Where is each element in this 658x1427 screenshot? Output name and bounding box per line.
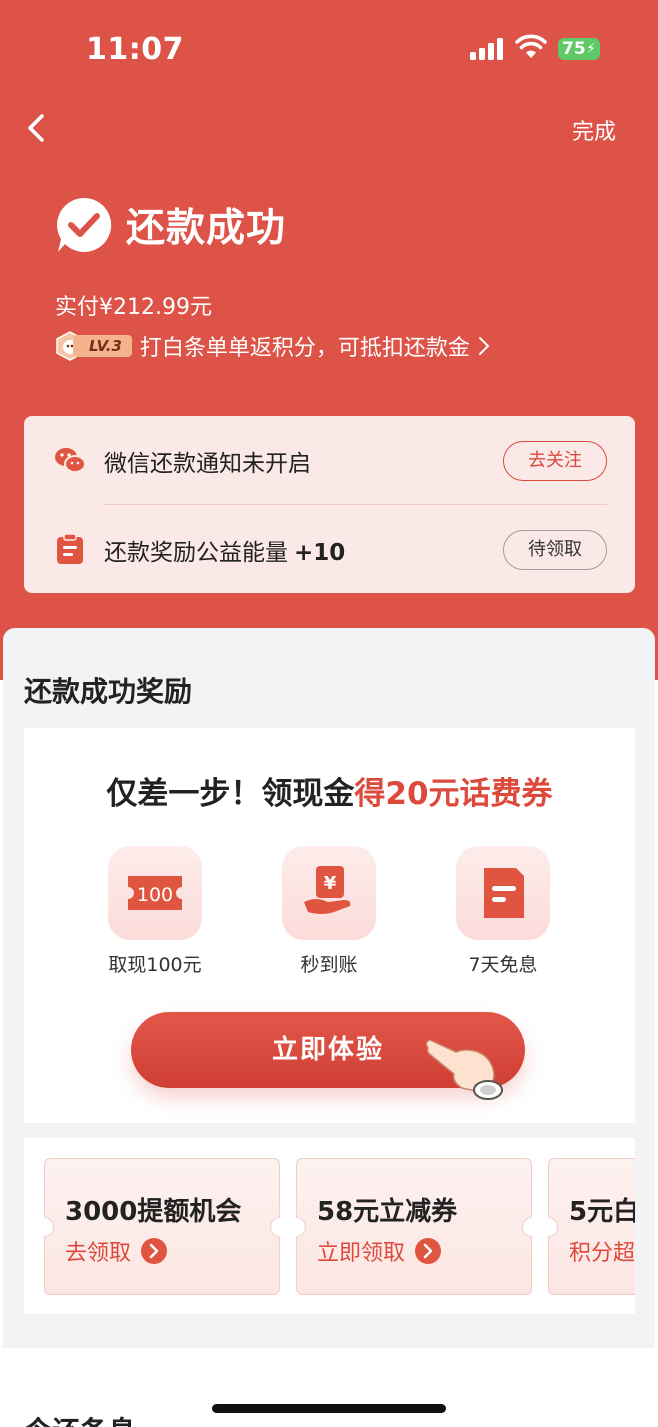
coupon-notch — [270, 1217, 280, 1237]
success-title: 还款成功 — [126, 206, 287, 251]
clipboard-icon — [57, 533, 83, 564]
battery-icon: 75 ⚡ — [558, 38, 600, 60]
arrow-right-circle-icon — [415, 1238, 442, 1264]
done-button[interactable]: 完成 — [572, 114, 616, 146]
charging-icon: ⚡ — [586, 41, 596, 57]
coupon-action[interactable]: 积分超 — [569, 1235, 635, 1267]
charity-notice-row: 还款奖励公益能量 +10 待领取 — [24, 505, 635, 593]
coupon-title: 5元白 — [569, 1197, 635, 1227]
feature-label: 秒到账 — [300, 954, 358, 976]
cash-100-icon: 100 — [108, 846, 202, 940]
notice-label: 还款奖励公益能量 — [104, 540, 288, 566]
coupon-action[interactable]: 去领取 — [65, 1235, 168, 1267]
coupon-action-label: 积分超 — [569, 1241, 635, 1266]
feature-label: 取现100元 — [108, 954, 202, 976]
next-section-title: 今还备息 — [24, 1410, 136, 1427]
promo-card: 仅差一步！领现金得20元话费券 100 取现100元 ¥ 秒到账 7天免息 立即… — [24, 728, 635, 1123]
wechat-icon — [55, 448, 86, 473]
coupon-title: 3000提额机会 — [65, 1197, 242, 1227]
status-bar: 11:07 75 ⚡ — [0, 0, 658, 100]
battery-level: 75 — [562, 39, 586, 59]
promo-headline-highlight: 得20元话费券 — [354, 776, 553, 812]
feature-interest-free: 7天免息 — [428, 846, 578, 977]
coupon-notch — [548, 1217, 558, 1237]
level-badge: LV.3 — [55, 331, 132, 361]
cash-icon-text: 100 — [137, 884, 173, 906]
document-icon — [456, 846, 550, 940]
cellular-signal-icon — [470, 38, 506, 60]
check-bubble-icon — [57, 197, 112, 252]
promo-headline-prefix: 仅差一步！领现金 — [106, 776, 355, 812]
coupon-notch — [296, 1217, 306, 1237]
notice-card: 微信还款通知未开启 去关注 还款奖励公益能量 +10 待领取 — [24, 416, 635, 593]
wechat-notice-row: 微信还款通知未开启 去关注 — [24, 416, 635, 504]
promo-headline: 仅差一步！领现金得20元话费券 — [24, 768, 635, 813]
notice-text: 还款奖励公益能量 +10 — [104, 533, 345, 567]
coupon-card[interactable]: 5元白 积分超 — [548, 1158, 635, 1295]
notice-bonus: +10 — [294, 540, 346, 566]
feature-cash: 100 取现100元 — [80, 846, 230, 977]
coupon-notch — [522, 1217, 532, 1237]
coupon-card[interactable]: 58元立减券 立即领取 — [296, 1158, 532, 1295]
wifi-icon — [515, 34, 547, 58]
feature-label: 7天免息 — [468, 954, 538, 976]
follow-button[interactable]: 去关注 — [503, 441, 607, 481]
yuan-icon-text: ¥ — [324, 873, 337, 894]
notice-text: 微信还款通知未开启 — [104, 451, 311, 477]
status-time: 11:07 — [86, 32, 184, 67]
claim-button[interactable]: 待领取 — [503, 530, 607, 570]
coupon-carousel[interactable]: 3000提额机会 去领取 58元立减券 立即领取 5元白 积分超 — [24, 1138, 635, 1314]
paid-amount: 实付¥212.99元 — [55, 295, 212, 320]
coupon-notch — [44, 1217, 54, 1237]
nav-bar: 完成 — [0, 100, 658, 160]
chevron-right-icon — [478, 337, 490, 355]
coupon-action[interactable]: 立即领取 — [317, 1235, 442, 1267]
yuan-hand-icon: ¥ — [282, 846, 376, 940]
arrow-right-circle-icon — [141, 1238, 168, 1264]
level-badge-text: LV.3 — [73, 335, 132, 357]
home-indicator[interactable] — [212, 1404, 446, 1413]
coupon-action-label: 立即领取 — [317, 1241, 406, 1266]
feature-instant: ¥ 秒到账 — [254, 846, 404, 977]
back-arrow-icon[interactable] — [20, 110, 52, 146]
coupon-title: 58元立减券 — [317, 1197, 458, 1227]
success-banner: 还款成功 — [54, 194, 286, 256]
level-message: 打白条单单返积分，可抵扣还款金 — [139, 336, 470, 361]
pointing-hand-icon — [425, 1039, 503, 1100]
level-promo[interactable]: LV.3 打白条单单返积分，可抵扣还款金 — [55, 330, 490, 362]
coupon-card[interactable]: 3000提额机会 去领取 — [44, 1158, 280, 1295]
coupon-action-label: 去领取 — [65, 1241, 132, 1266]
reward-section-title: 还款成功奖励 — [24, 675, 193, 708]
